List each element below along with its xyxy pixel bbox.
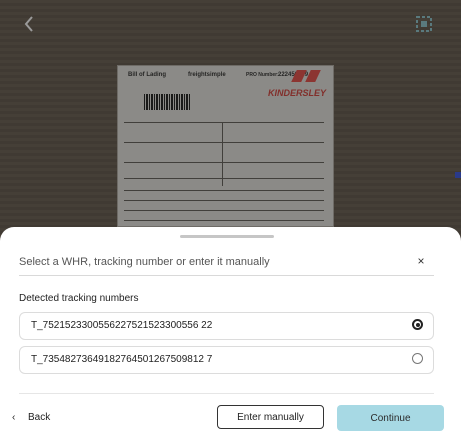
- tracking-search-input[interactable]: [19, 251, 399, 273]
- radio-selected-icon[interactable]: [412, 319, 423, 330]
- tracking-option-1[interactable]: T_7521523300556227521523300556 22: [19, 312, 434, 340]
- enter-manually-button[interactable]: Enter manually: [217, 405, 324, 429]
- tracking-bottom-sheet: × Detected tracking numbers T_7521523300…: [0, 227, 461, 440]
- chevron-left-icon: ‹: [12, 412, 16, 423]
- chevron-left-icon[interactable]: [22, 14, 36, 34]
- edge-marker: [455, 172, 461, 178]
- section-title-detected: Detected tracking numbers: [19, 293, 139, 304]
- radio-unselected-icon[interactable]: [412, 353, 423, 364]
- back-button[interactable]: ‹ Back: [12, 412, 50, 428]
- tracking-option-2[interactable]: T_73548273649182764501267509812 7: [19, 346, 434, 374]
- back-label: Back: [28, 412, 51, 423]
- continue-button[interactable]: Continue: [337, 405, 444, 431]
- close-icon[interactable]: ×: [414, 253, 428, 269]
- footer-divider: [19, 393, 434, 394]
- tracking-number: T_7521523300556227521523300556 22: [31, 320, 213, 331]
- scan-frame-icon[interactable]: [412, 12, 436, 36]
- tracking-number: T_73548273649182764501267509812 7: [31, 354, 213, 365]
- camera-dim-overlay: [0, 0, 461, 240]
- search-row: ×: [19, 251, 434, 276]
- sheet-drag-handle[interactable]: [180, 235, 274, 238]
- camera-view: Bill of Lading freightsimple PRO Number:…: [0, 0, 461, 240]
